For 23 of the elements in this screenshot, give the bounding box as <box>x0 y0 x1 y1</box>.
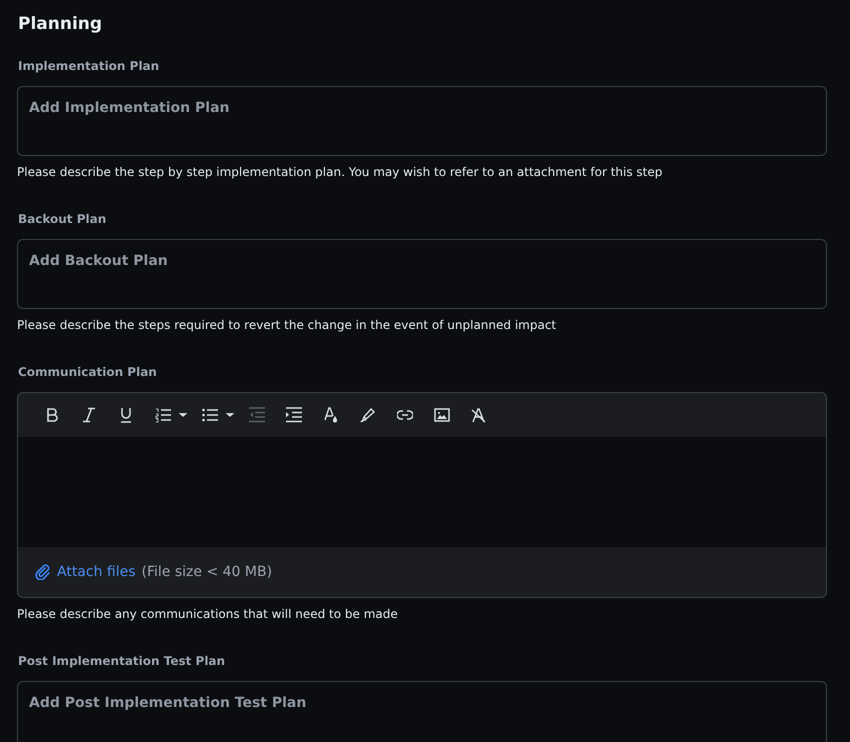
clear-format-icon <box>470 407 486 423</box>
field-label: Post Implementation Test Plan <box>18 653 226 669</box>
field-label: Backout Plan <box>18 211 108 227</box>
paperclip-icon <box>35 564 51 580</box>
ordered-list-icon <box>154 407 170 423</box>
help-text: Please describe any communications that will need to be made <box>17 606 399 622</box>
text-area[interactable]: Add Implementation Plan <box>17 86 827 156</box>
field-label: Implementation Plan <box>18 58 160 74</box>
highlight-icon <box>360 407 376 423</box>
outdent-icon <box>248 407 264 423</box>
text-area[interactable]: Add Post Implementation Test Plan <box>17 681 827 742</box>
field-label: Communication Plan <box>18 364 158 380</box>
section-title: Planning <box>18 13 104 36</box>
italic-icon <box>80 407 96 423</box>
attach-files-link[interactable]: Attach files <box>57 564 136 580</box>
help-text: Please describe the step by step implementation plan. You may wish to refer to an attachment for this step <box>17 164 664 180</box>
indent-icon <box>286 407 302 423</box>
image-icon <box>434 407 450 423</box>
text-area[interactable]: Add Backout Plan <box>17 239 827 309</box>
help-text: Please describe the steps required to revert the change in the event of unplanned impact <box>17 317 558 333</box>
bullet-list-icon <box>202 407 218 423</box>
text-color-icon <box>322 407 338 423</box>
file-size-note: (File size < 40 MB) <box>142 564 272 580</box>
